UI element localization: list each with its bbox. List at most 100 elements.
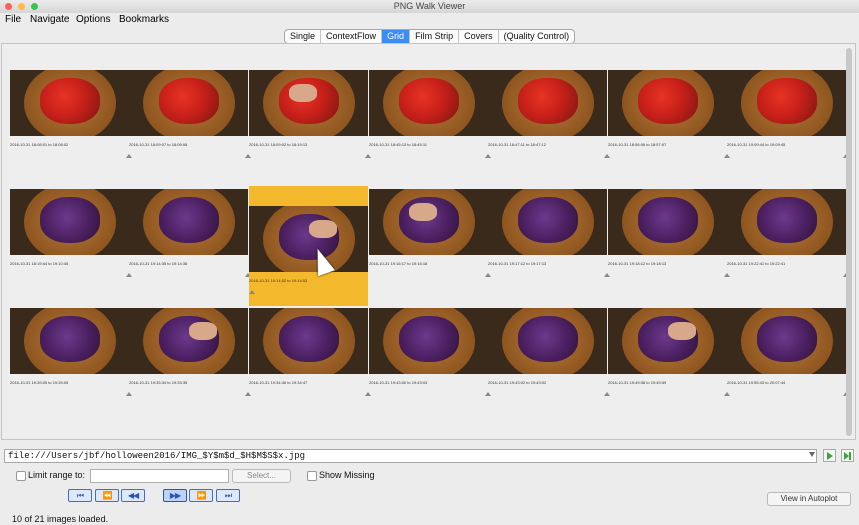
grid-image-cell[interactable]: 2016-10-31 19:14:35 to 19:14:36	[129, 189, 251, 309]
candy-bowl-thumbnail[interactable]	[129, 189, 248, 255]
grid-scrollbar[interactable]	[846, 48, 852, 436]
candy-bowl-thumbnail[interactable]	[10, 70, 129, 136]
grid-image-caption: 2016-10-31 19:22:41 to 19:22:41	[727, 261, 786, 266]
candy-bowl-thumbnail[interactable]	[608, 189, 727, 255]
grid-image-caption: 2016-10-31 18:56:06 to 18:57:07	[608, 142, 667, 147]
candy-bowl-thumbnail[interactable]	[10, 189, 129, 255]
candy-bowl-thumbnail[interactable]	[249, 70, 368, 136]
candy-bowl-thumbnail[interactable]	[608, 70, 727, 136]
grid-image-caption: 2016-10-31 19:49:58 to 19:49:59	[608, 380, 667, 385]
candy-bowl-thumbnail[interactable]	[488, 308, 607, 374]
candy-shape	[399, 316, 459, 362]
grid-image-cell[interactable]: 2016-10-31 19:34:46 to 19:34:47	[249, 308, 371, 428]
show-missing-checkbox[interactable]	[307, 471, 317, 481]
menu-file[interactable]: File	[5, 13, 21, 27]
candy-bowl-thumbnail[interactable]	[488, 70, 607, 136]
grid-image-cell[interactable]: 2016-10-31 18:45:13 to 18:45:11	[369, 70, 491, 190]
candy-bowl-thumbnail[interactable]	[129, 308, 248, 374]
grid-image-cell[interactable]: 2016-10-31 18:08:01 to 18:08:02	[10, 70, 132, 190]
grid-image-cell[interactable]: 2016-10-31 19:43:02 to 19:43:02	[488, 308, 610, 428]
candy-bowl-thumbnail[interactable]	[129, 70, 248, 136]
prev-button[interactable]: ◀◀	[121, 489, 145, 502]
grid-image-cell[interactable]: 2016-10-31 19:16:17 to 19:16:18	[369, 189, 491, 309]
limit-range-input[interactable]	[90, 469, 229, 483]
grid-image-cell[interactable]: 2016-10-31 19:39:05 to 19:39:05	[10, 308, 132, 428]
status-text: 10 of 21 images loaded.	[12, 514, 109, 524]
chevron-down-icon[interactable]	[809, 452, 815, 457]
candy-shape	[638, 197, 698, 243]
candy-bowl-thumbnail[interactable]	[249, 206, 368, 272]
grid-image-caption: 2016-10-31 19:43:00 to 19:43:03	[369, 380, 428, 385]
grid-image-cell[interactable]: 2016-10-31 19:33:34 to 19:33:35	[129, 308, 251, 428]
grid-image-cell[interactable]: 2016-10-31 19:55:43 to 20:07:44	[727, 308, 849, 428]
next-button[interactable]: ▶▶	[163, 489, 187, 502]
step-forward-bar-icon	[849, 452, 851, 460]
grid-image-caption: 2016-10-31 19:14:52 to 19:14:53	[249, 278, 308, 283]
menu-navigate[interactable]: Navigate	[30, 13, 69, 27]
grid-image-cell[interactable]: 2016-10-31 19:17:12 to 19:17:13	[488, 189, 610, 309]
first-page-button[interactable]: ⏮	[68, 489, 92, 502]
candy-bowl-thumbnail[interactable]	[369, 308, 488, 374]
grid-image-cell[interactable]: 2016-10-31 18:19:44 to 19:10:45	[10, 189, 132, 309]
grid-image-cell[interactable]: 2016-10-31 19:43:00 to 19:43:03	[369, 308, 491, 428]
grid-image-caption: 2016-10-31 19:09:44 to 19:09:45	[727, 142, 786, 147]
prev-page-button[interactable]: ⏪	[95, 489, 119, 502]
hand-shape	[309, 220, 337, 238]
candy-bowl-thumbnail[interactable]	[249, 308, 368, 374]
grid-image-cell[interactable]: 2016-10-31 18:56:06 to 18:57:07	[608, 70, 730, 190]
grid-image-cell[interactable]: 2016-10-31 18:09:02 to 18:19:13	[249, 70, 371, 190]
candy-bowl-thumbnail[interactable]	[369, 189, 488, 255]
image-grid: 2016-10-31 18:08:01 to 18:08:02 2016-10-3…	[1, 43, 856, 440]
step-forward-button[interactable]	[841, 449, 854, 462]
candy-shape	[757, 316, 817, 362]
window-title: PNG Walk Viewer	[393, 1, 466, 11]
hand-shape	[409, 203, 437, 221]
grid-image-caption: 2016-10-31 18:19:44 to 19:10:45	[10, 261, 69, 266]
candy-shape	[638, 78, 698, 124]
candy-shape	[518, 197, 578, 243]
url-template-field[interactable]: file:///Users/jbf/holloween2016/IMG_$Y$m…	[4, 449, 817, 463]
candy-shape	[159, 78, 219, 124]
play-icon	[827, 452, 833, 460]
menu-bookmarks[interactable]: Bookmarks	[119, 13, 169, 27]
view-in-autoplot-button[interactable]: View in Autoplot	[767, 492, 851, 506]
grid-image-cell[interactable]: 2016-10-31 19:49:58 to 19:49:59	[608, 308, 730, 428]
hand-shape	[189, 322, 217, 340]
grid-image-caption: 2016-10-31 19:34:46 to 19:34:47	[249, 380, 308, 385]
next-page-button[interactable]: ⏩	[189, 489, 213, 502]
grid-image-cell[interactable]: 2016-10-31 18:09:07 to 18:09:08	[129, 70, 251, 190]
grid-image-cell[interactable]: 2016-10-31 19:09:44 to 19:09:45	[727, 70, 849, 190]
bookmark-marker-icon[interactable]	[249, 290, 255, 294]
candy-bowl-thumbnail[interactable]	[488, 189, 607, 255]
select-button[interactable]: Select...	[232, 469, 291, 483]
candy-bowl-thumbnail[interactable]	[727, 70, 846, 136]
last-page-button[interactable]: ⏭	[216, 489, 240, 502]
grid-image-cell[interactable]: 2016-10-31 19:18:12 to 19:18:13	[608, 189, 730, 309]
tab-quality-control[interactable]: (Quality Control)	[499, 30, 575, 43]
tab-grid[interactable]: Grid	[382, 30, 411, 43]
view-tabs: Single ContextFlow Grid Film Strip Cover…	[284, 29, 576, 44]
grid-image-caption: 2016-10-31 18:45:13 to 18:45:11	[369, 142, 427, 147]
grid-scrollbar-thumb[interactable]	[846, 48, 852, 436]
grid-image-cell[interactable]: 2016-10-31 19:22:41 to 19:22:41	[727, 189, 849, 309]
tab-film-strip[interactable]: Film Strip	[410, 30, 460, 43]
tab-single[interactable]: Single	[285, 30, 322, 43]
grid-image-cell[interactable]: 2016-10-31 18:47:11 to 18:47:12	[488, 70, 610, 190]
grid-image-caption: 2016-10-31 19:33:34 to 19:33:35	[129, 380, 188, 385]
limit-range-checkbox[interactable]	[16, 471, 26, 481]
menu-options[interactable]: Options	[76, 13, 110, 27]
tab-contextflow[interactable]: ContextFlow	[321, 30, 383, 43]
go-button[interactable]	[823, 449, 836, 462]
candy-shape	[40, 316, 100, 362]
hand-shape	[668, 322, 696, 340]
candy-bowl-thumbnail[interactable]	[369, 70, 488, 136]
grid-image-caption: 2016-10-31 19:16:17 to 19:16:18	[369, 261, 428, 266]
candy-bowl-thumbnail[interactable]	[727, 308, 846, 374]
tab-covers[interactable]: Covers	[459, 30, 499, 43]
grid-image-cell[interactable]: 2016-10-31 19:14:52 to 19:14:53	[249, 186, 368, 306]
candy-bowl-thumbnail[interactable]	[10, 308, 129, 374]
candy-shape	[40, 197, 100, 243]
candy-bowl-thumbnail[interactable]	[608, 308, 727, 374]
candy-bowl-thumbnail[interactable]	[727, 189, 846, 255]
candy-shape	[757, 78, 817, 124]
